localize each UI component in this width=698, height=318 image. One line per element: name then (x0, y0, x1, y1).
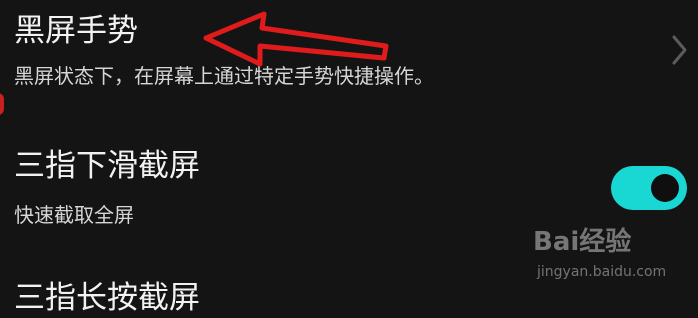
setting-title-partial: 三指长按截屏 (14, 280, 200, 316)
toggle-knob (651, 174, 679, 202)
setting-title: 黑屏手势 (14, 13, 138, 49)
red-annotation-arrow-icon (203, 11, 389, 67)
watermark: Bai经验 jingyan.baidu.com (533, 225, 685, 291)
watermark-logo: Bai经验 (533, 227, 632, 257)
chevron-right-icon (672, 35, 687, 65)
setting-title: 三指下滑截屏 (14, 148, 200, 184)
red-annotation-mark (0, 93, 4, 115)
watermark-url: jingyan.baidu.com (537, 264, 667, 280)
setting-description: 快速截取全屏 (14, 203, 134, 227)
screenshot-toggle-switch[interactable] (611, 166, 687, 210)
